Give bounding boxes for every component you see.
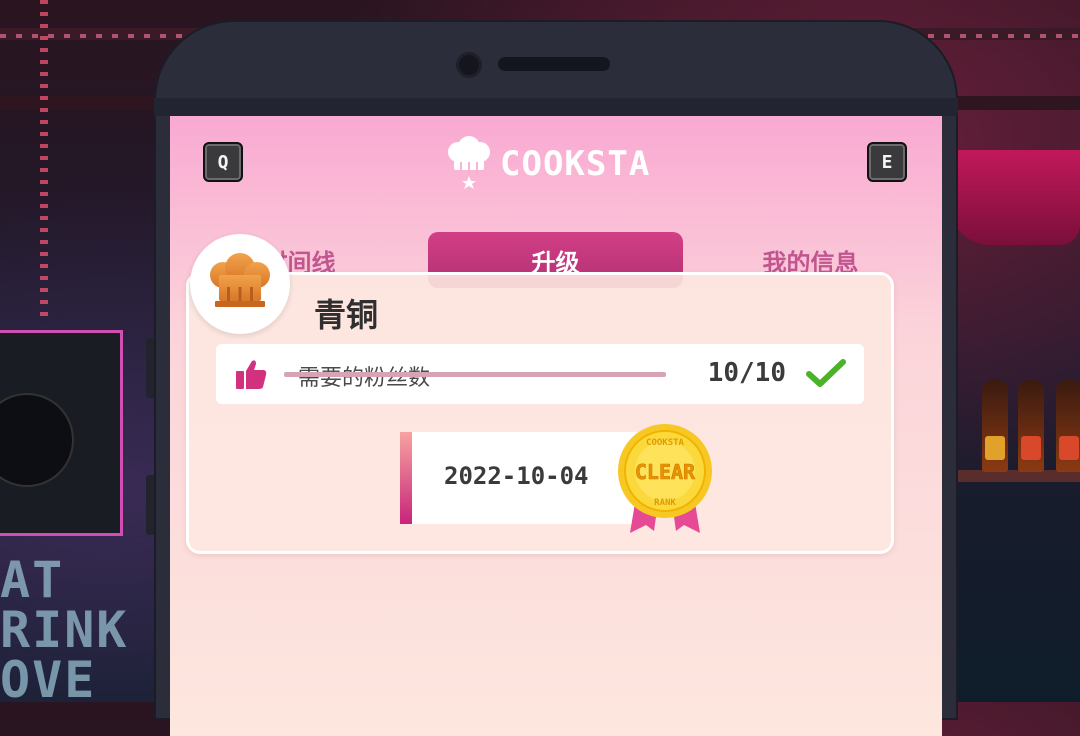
bg-curtain xyxy=(950,150,1080,245)
bg-bottle xyxy=(1018,380,1044,472)
key-hint-q[interactable]: Q xyxy=(203,142,243,182)
checkmark-icon xyxy=(806,358,846,390)
bg-speaker-cone xyxy=(0,393,74,487)
rank-title: 青铜 xyxy=(314,296,379,334)
requirement-strikethrough xyxy=(284,372,666,377)
medal-top-text: COOKSTA xyxy=(646,438,685,448)
logo-text: COOKSTA xyxy=(500,144,651,184)
phone-device: Q E COOKSTA 时间线 升级 我的信息 青铜 需要的粉丝数 10/10 … xyxy=(146,20,958,736)
phone-camera xyxy=(456,52,482,78)
medal-bottom-text: RANK xyxy=(654,498,676,508)
clear-date: 2022-10-04 xyxy=(444,462,589,490)
bg-bottle xyxy=(982,380,1008,472)
date-accent-bar xyxy=(400,432,412,524)
key-hint-e[interactable]: E xyxy=(867,142,907,182)
clear-date-box: 2022-10-04 xyxy=(400,432,650,524)
clear-rank-medal: COOKSTA CLEAR RANK xyxy=(614,423,716,535)
phone-bezel xyxy=(154,98,958,116)
phone-speaker xyxy=(498,57,610,71)
bg-neon-line: RINK xyxy=(0,601,129,659)
phone-side-button xyxy=(146,338,154,398)
bg-neon-sign: AT RINK OVE xyxy=(0,555,128,705)
phone-side-button xyxy=(146,475,154,535)
bg-light-pole xyxy=(40,0,48,320)
bg-bottle xyxy=(1056,380,1080,472)
requirement-count: 10/10 xyxy=(707,358,786,388)
bg-neon-line: OVE xyxy=(0,651,97,709)
chef-hat-icon xyxy=(446,136,492,192)
rank-badge xyxy=(190,234,290,334)
thumbs-up-icon xyxy=(234,357,268,391)
medal-center-text: CLEAR xyxy=(635,460,696,484)
cooksta-logo: COOKSTA xyxy=(446,136,650,192)
bg-speaker xyxy=(0,330,123,536)
bronze-chef-hat-icon xyxy=(210,253,270,307)
requirement-row: 需要的粉丝数 10/10 xyxy=(216,344,864,404)
bg-neon-line: AT xyxy=(0,551,65,609)
